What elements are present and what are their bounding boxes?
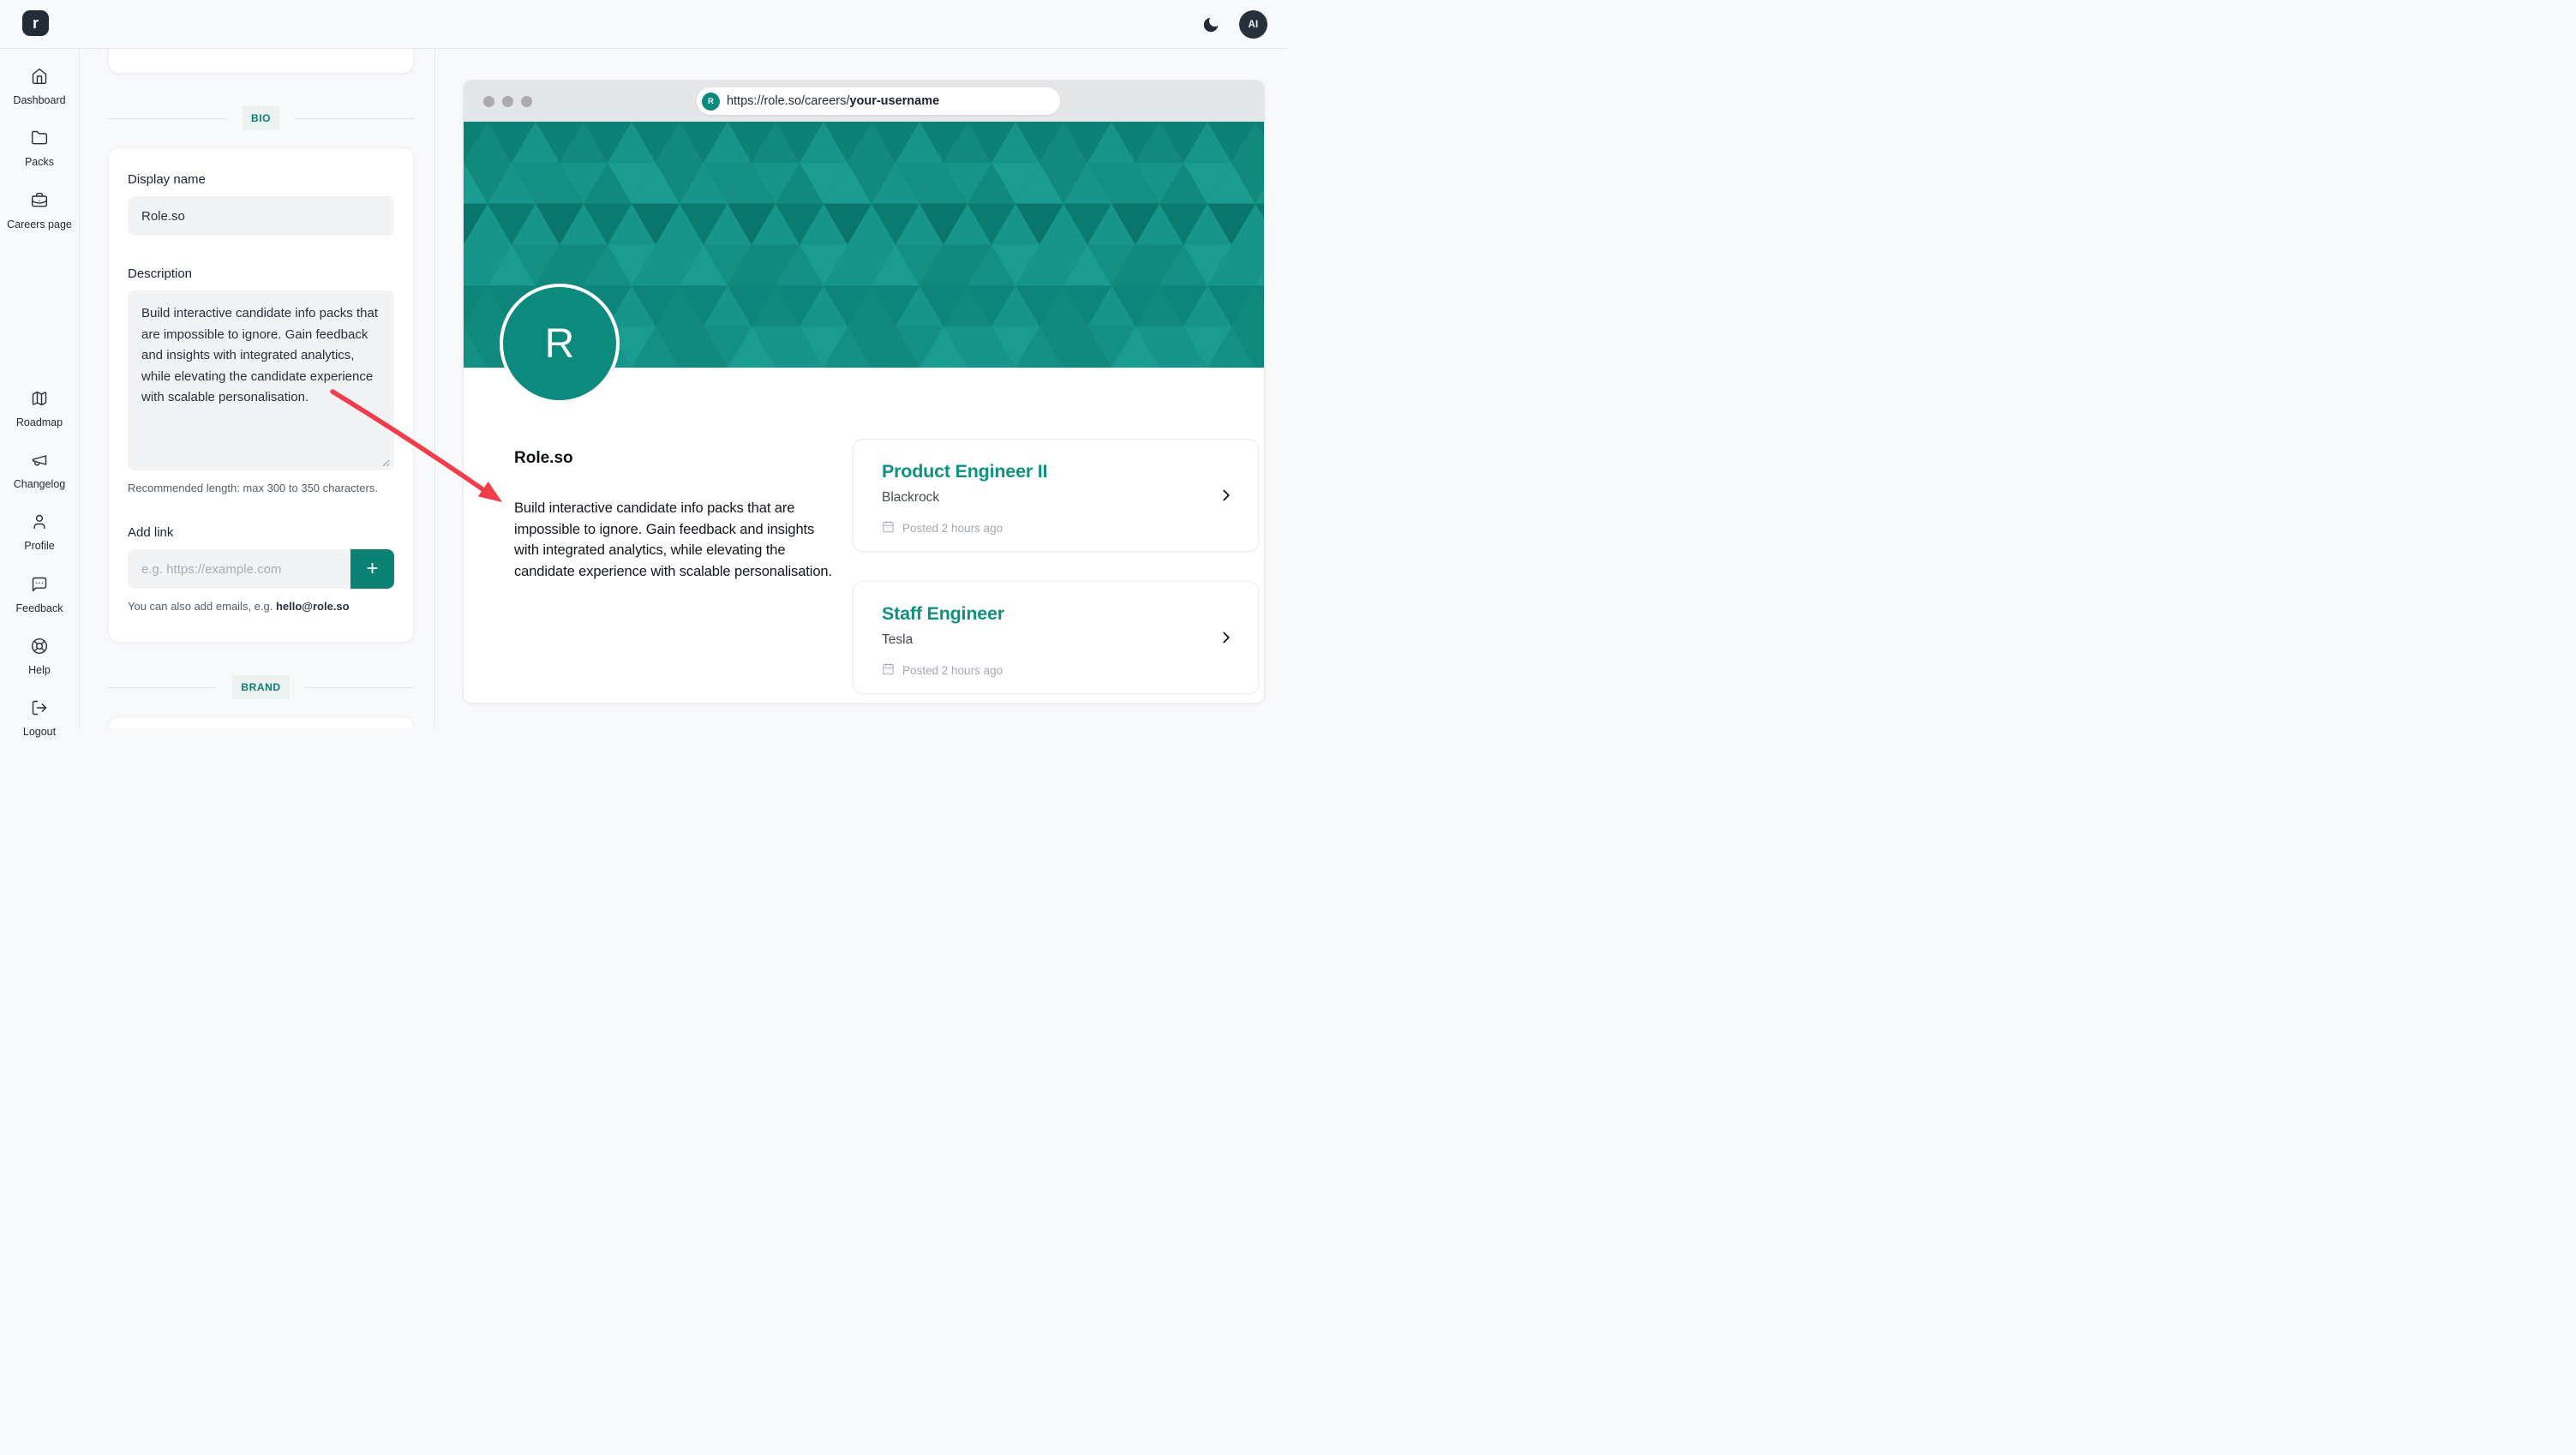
- url-text: https://role.so/careers/your-username: [726, 94, 940, 108]
- job-posted-text: Posted 2 hours ago: [902, 663, 1003, 677]
- job-posted-text: Posted 2 hours ago: [902, 521, 1003, 535]
- sidebar-item-help[interactable]: Help: [2, 638, 77, 677]
- folder-icon: [31, 129, 48, 151]
- sidebar-item-packs[interactable]: Packs: [2, 129, 77, 169]
- job-company: Blackrock: [882, 490, 940, 505]
- brand-card: Primary colour: [108, 716, 414, 728]
- description-textarea[interactable]: Build interactive candidate info packs t…: [128, 290, 394, 470]
- top-bar: r AI: [0, 0, 1288, 49]
- email-hint: You can also add emails, e.g. hello@role…: [128, 600, 350, 613]
- previous-section-card-partial: [108, 49, 414, 74]
- job-posted-row: Posted 2 hours ago: [882, 520, 1234, 536]
- preview-body: Role.so Build interactive candidate info…: [464, 368, 1264, 703]
- sidebar-item-profile[interactable]: Profile: [2, 513, 77, 553]
- app-logo-letter: r: [32, 14, 39, 32]
- sidebar-item-roadmap[interactable]: Roadmap: [2, 390, 77, 429]
- bio-section-chip: BIO: [242, 106, 280, 130]
- add-link-label: Add link: [128, 525, 174, 540]
- bio-section-divider: BIO: [108, 106, 415, 130]
- sidebar-item-label: Help: [28, 663, 51, 676]
- chevron-right-icon[interactable]: [1217, 628, 1236, 647]
- chevron-right-icon[interactable]: [1217, 486, 1236, 505]
- company-name: Role.so: [514, 449, 573, 467]
- calendar-icon: [882, 520, 895, 536]
- textarea-resize-handle-icon[interactable]: [380, 456, 390, 467]
- window-dots: [483, 81, 532, 122]
- sidebar-item-feedback[interactable]: Feedback: [2, 576, 77, 615]
- sidebar-item-dashboard[interactable]: Dashboard: [2, 68, 77, 107]
- sidebar-item-label: Roadmap: [15, 416, 63, 428]
- sidebar-item-label: Packs: [24, 156, 55, 169]
- sidebar-item-careers-page[interactable]: Careers page: [2, 192, 77, 231]
- window-dot: [521, 95, 532, 107]
- dark-mode-toggle-moon-icon[interactable]: [1201, 15, 1220, 34]
- megaphone-icon: [31, 452, 48, 473]
- lifebuoy-icon: [31, 638, 48, 659]
- bio-card: Display name Description Build interacti…: [108, 147, 414, 643]
- sidebar-item-label: Changelog: [13, 478, 66, 490]
- sidebar-secondary-group: Roadmap Changelog Profile Feedback Help …: [2, 390, 77, 739]
- display-name-label: Display name: [128, 172, 206, 187]
- briefcase-icon: [31, 192, 48, 213]
- sidebar-item-changelog[interactable]: Changelog: [2, 452, 77, 491]
- favicon: R: [701, 92, 720, 111]
- brand-section-chip: BRAND: [232, 675, 290, 699]
- description-label: Description: [128, 266, 193, 281]
- careers-page-preview: R https://role.so/careers/your-username …: [463, 80, 1265, 704]
- user-avatar-initials: AI: [1248, 19, 1259, 30]
- job-posted-row: Posted 2 hours ago: [882, 662, 1234, 678]
- url-username: your-username: [849, 94, 940, 108]
- add-link-button[interactable]: +: [350, 549, 394, 589]
- job-card[interactable]: Product Engineer II Blackrock Posted 2 h…: [853, 439, 1259, 552]
- sidebar: Dashboard Packs Careers page Roadmap Cha…: [0, 49, 80, 738]
- sidebar-item-label: Profile: [24, 540, 55, 553]
- app-logo[interactable]: r: [22, 10, 49, 36]
- brand-section-divider: BRAND: [108, 675, 414, 699]
- user-icon: [31, 513, 48, 535]
- job-company: Tesla: [882, 632, 914, 647]
- browser-chrome: R https://role.so/careers/your-username: [464, 81, 1264, 122]
- sidebar-item-label: Dashboard: [13, 94, 66, 106]
- company-avatar: R: [500, 284, 620, 404]
- description-length-hint: Recommended length: max 300 to 350 chara…: [128, 482, 378, 494]
- company-description: Build interactive candidate info packs t…: [514, 500, 832, 580]
- url-bar[interactable]: R https://role.so/careers/your-username: [696, 87, 1060, 115]
- job-title[interactable]: Staff Engineer: [882, 603, 1234, 625]
- window-dot: [502, 95, 513, 107]
- sidebar-item-logout[interactable]: Logout: [2, 699, 77, 739]
- sidebar-item-label: Careers page: [7, 218, 72, 231]
- window-dot: [483, 95, 494, 107]
- map-icon: [31, 390, 48, 411]
- calendar-icon: [882, 662, 895, 678]
- settings-pane: BIO Display name Description Build inter…: [80, 49, 435, 728]
- sidebar-item-label: Feedback: [15, 602, 63, 614]
- sidebar-item-label: Logout: [22, 726, 57, 738]
- logout-icon: [31, 699, 48, 721]
- display-name-input[interactable]: [128, 196, 394, 236]
- job-title[interactable]: Product Engineer II: [882, 461, 1234, 482]
- chat-bubble-icon: [31, 576, 48, 597]
- user-avatar[interactable]: AI: [1239, 10, 1267, 39]
- home-icon: [31, 68, 48, 89]
- add-link-input[interactable]: [128, 549, 350, 589]
- job-card[interactable]: Staff Engineer Tesla Posted 2 hours ago: [853, 581, 1259, 694]
- email-hint-example: hello@role.so: [275, 600, 350, 613]
